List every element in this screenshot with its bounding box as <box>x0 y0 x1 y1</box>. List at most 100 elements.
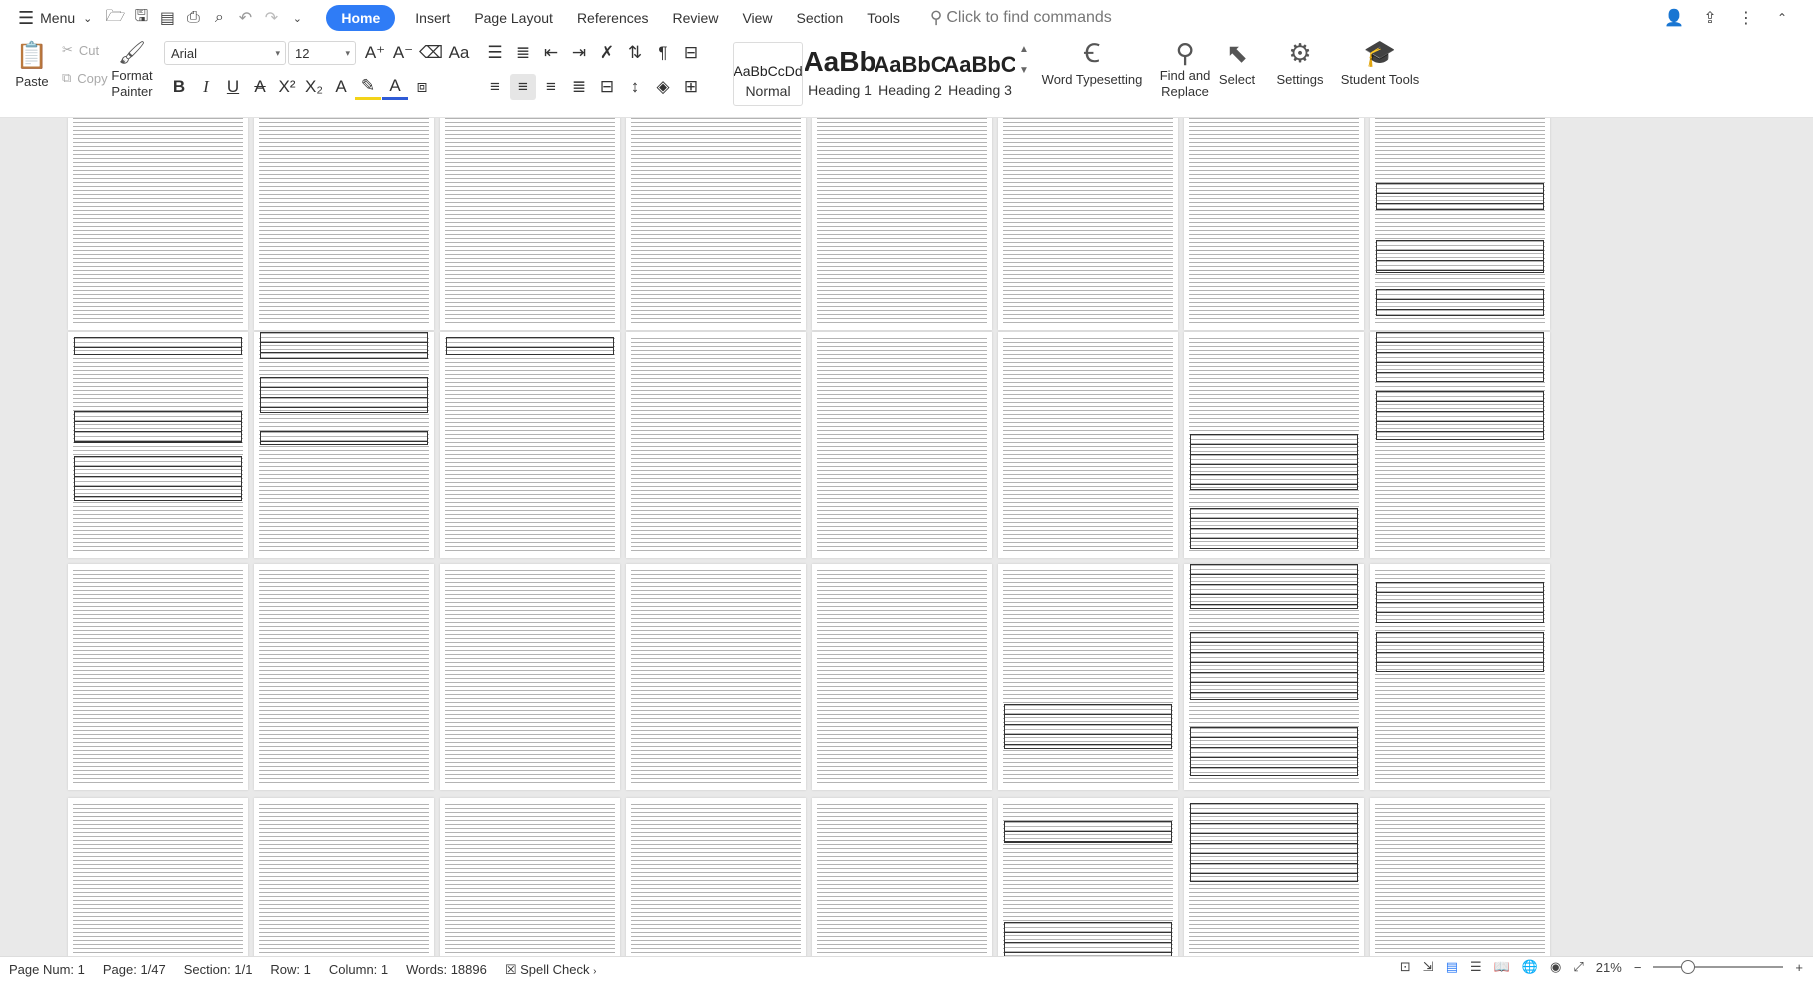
document-page-thumbnail[interactable] <box>68 564 248 790</box>
line-spacing-icon[interactable]: ↕ <box>622 74 648 100</box>
document-canvas[interactable] <box>0 118 1813 956</box>
copy-button[interactable]: ⧉ Copy <box>62 70 108 86</box>
tab-review[interactable]: Review <box>661 5 731 31</box>
document-page-thumbnail[interactable] <box>1184 332 1364 558</box>
tab-references[interactable]: References <box>565 5 661 31</box>
document-page-thumbnail[interactable] <box>440 798 620 956</box>
document-page-thumbnail[interactable] <box>1370 332 1550 558</box>
tab-view[interactable]: View <box>730 5 784 31</box>
font-color-icon[interactable]: A <box>382 74 408 100</box>
format-painter-button[interactable]: 🖌 Format Painter <box>111 38 152 100</box>
page-num-status[interactable]: Page Num: 1 <box>0 962 94 977</box>
character-border-icon[interactable]: ⧈ <box>409 74 435 100</box>
collapse-ribbon-icon[interactable]: ⌃ <box>1769 5 1795 31</box>
align-right-icon[interactable]: ≡ <box>538 74 564 100</box>
zoom-in-icon[interactable]: + <box>1795 960 1803 975</box>
eye-protection-icon[interactable]: ◉ <box>1550 959 1561 975</box>
web-view-icon[interactable]: 🌐 <box>1522 959 1538 975</box>
document-page-thumbnail[interactable] <box>1370 118 1550 330</box>
menu-button[interactable]: ☰ Menu ⌄ <box>14 4 96 32</box>
document-page-thumbnail[interactable] <box>1184 564 1364 790</box>
customize-toolbar-icon[interactable]: ⌄ <box>284 5 310 31</box>
print-preview-icon[interactable]: ⌕ <box>206 5 232 31</box>
document-page-thumbnail[interactable] <box>440 564 620 790</box>
tab-section[interactable]: Section <box>785 5 856 31</box>
cut-button[interactable]: ✂ Cut <box>62 42 99 58</box>
word-count-status[interactable]: Words: 18896 <box>397 962 496 977</box>
more-icon[interactable]: ⋮ <box>1733 5 1759 31</box>
fit-page-icon[interactable]: ⤢ <box>1573 959 1583 975</box>
style-heading-2[interactable]: AaBbC Heading 2 <box>875 42 945 106</box>
tab-page-layout[interactable]: Page Layout <box>462 5 565 31</box>
document-page-thumbnail[interactable] <box>68 332 248 558</box>
word-typesetting-button[interactable]: Ꞓ Word Typesetting <box>1042 38 1143 88</box>
style-heading-1[interactable]: AaBb Heading 1 <box>805 42 875 106</box>
numbered-list-icon[interactable]: ≣ <box>510 40 536 66</box>
change-case-icon[interactable]: Aa <box>446 40 472 66</box>
student-tools-button[interactable]: 🎓 Student Tools <box>1340 38 1420 88</box>
export-pdf-icon[interactable]: ▤ <box>154 5 180 31</box>
paragraph-mark-icon[interactable]: ¶ <box>650 40 676 66</box>
print-icon[interactable]: ⎙ <box>180 5 206 31</box>
spell-check-button[interactable]: ☒ Spell Check › <box>496 962 606 978</box>
align-center-icon[interactable]: ≡ <box>510 74 536 100</box>
text-effect-icon[interactable]: A <box>328 74 354 100</box>
document-page-thumbnail[interactable] <box>1370 798 1550 956</box>
borders-icon[interactable]: ⊞ <box>678 74 704 100</box>
styles-scroll-up-icon[interactable]: ▲ <box>1019 44 1029 55</box>
settings-button[interactable]: ⚙ Settings <box>1272 38 1328 88</box>
document-page-thumbnail[interactable] <box>812 798 992 956</box>
open-folder-icon[interactable]: 🗁 <box>102 5 128 31</box>
document-page-thumbnail[interactable] <box>68 118 248 330</box>
document-page-thumbnail[interactable] <box>812 118 992 330</box>
document-page-thumbnail[interactable] <box>998 564 1178 790</box>
justify-icon[interactable]: ≣ <box>566 74 592 100</box>
subscript-icon[interactable]: X₂ <box>301 74 327 100</box>
document-page-thumbnail[interactable] <box>626 118 806 330</box>
document-page-thumbnail[interactable] <box>1184 798 1364 956</box>
styles-scroll-down-icon[interactable]: ▼ <box>1019 65 1029 76</box>
zoom-level[interactable]: 21% <box>1596 960 1622 975</box>
align-left-icon[interactable]: ≡ <box>482 74 508 100</box>
zoom-slider-knob[interactable] <box>1681 960 1696 974</box>
document-page-thumbnail[interactable] <box>1370 564 1550 790</box>
font-size-select[interactable]: 12 ▾ <box>288 41 356 65</box>
grow-font-icon[interactable]: A⁺ <box>362 40 388 66</box>
select-button[interactable]: ⬉ Select <box>1214 38 1260 88</box>
tab-home[interactable]: Home <box>326 5 396 31</box>
bold-icon[interactable]: B <box>166 74 192 100</box>
document-page-thumbnail[interactable] <box>626 564 806 790</box>
reading-view-icon[interactable]: 📖 <box>1494 959 1510 975</box>
highlight-icon[interactable]: ✎ <box>355 74 381 100</box>
style-heading-3[interactable]: AaBbC Heading 3 <box>945 42 1015 106</box>
bullet-list-icon[interactable]: ☰ <box>482 40 508 66</box>
document-page-thumbnail[interactable] <box>626 798 806 956</box>
focus-mode-icon[interactable]: ⊡ <box>1400 959 1411 975</box>
user-add-icon[interactable]: 👤 <box>1661 5 1687 31</box>
document-page-thumbnail[interactable] <box>998 798 1178 956</box>
output-icon[interactable]: ⇲ <box>1423 959 1434 975</box>
save-icon[interactable]: 🖫 <box>128 5 154 31</box>
document-page-thumbnail[interactable] <box>440 332 620 558</box>
share-icon[interactable]: ⇪ <box>1697 5 1723 31</box>
tab-insert[interactable]: Insert <box>403 5 462 31</box>
document-page-thumbnail[interactable] <box>812 332 992 558</box>
tab-tools[interactable]: Tools <box>855 5 912 31</box>
zoom-slider[interactable] <box>1653 960 1784 974</box>
undo-icon[interactable]: ↶ <box>232 5 258 31</box>
section-status[interactable]: Section: 1/1 <box>175 962 262 977</box>
zoom-out-icon[interactable]: − <box>1634 960 1642 975</box>
strikethrough-icon[interactable]: A <box>247 74 273 100</box>
document-page-thumbnail[interactable] <box>254 564 434 790</box>
document-page-thumbnail[interactable] <box>68 798 248 956</box>
superscript-icon[interactable]: X² <box>274 74 300 100</box>
clear-format-icon[interactable]: ⌫ <box>418 40 444 66</box>
shading-icon[interactable]: ◈ <box>650 74 676 100</box>
document-page-thumbnail[interactable] <box>254 118 434 330</box>
outline-view-icon[interactable]: ☰ <box>1470 959 1482 975</box>
sort-icon[interactable]: ⇅ <box>622 40 648 66</box>
redo-icon[interactable]: ↷ <box>258 5 284 31</box>
document-page-thumbnail[interactable] <box>440 118 620 330</box>
document-page-thumbnail[interactable] <box>812 564 992 790</box>
italic-icon[interactable]: I <box>193 74 219 100</box>
